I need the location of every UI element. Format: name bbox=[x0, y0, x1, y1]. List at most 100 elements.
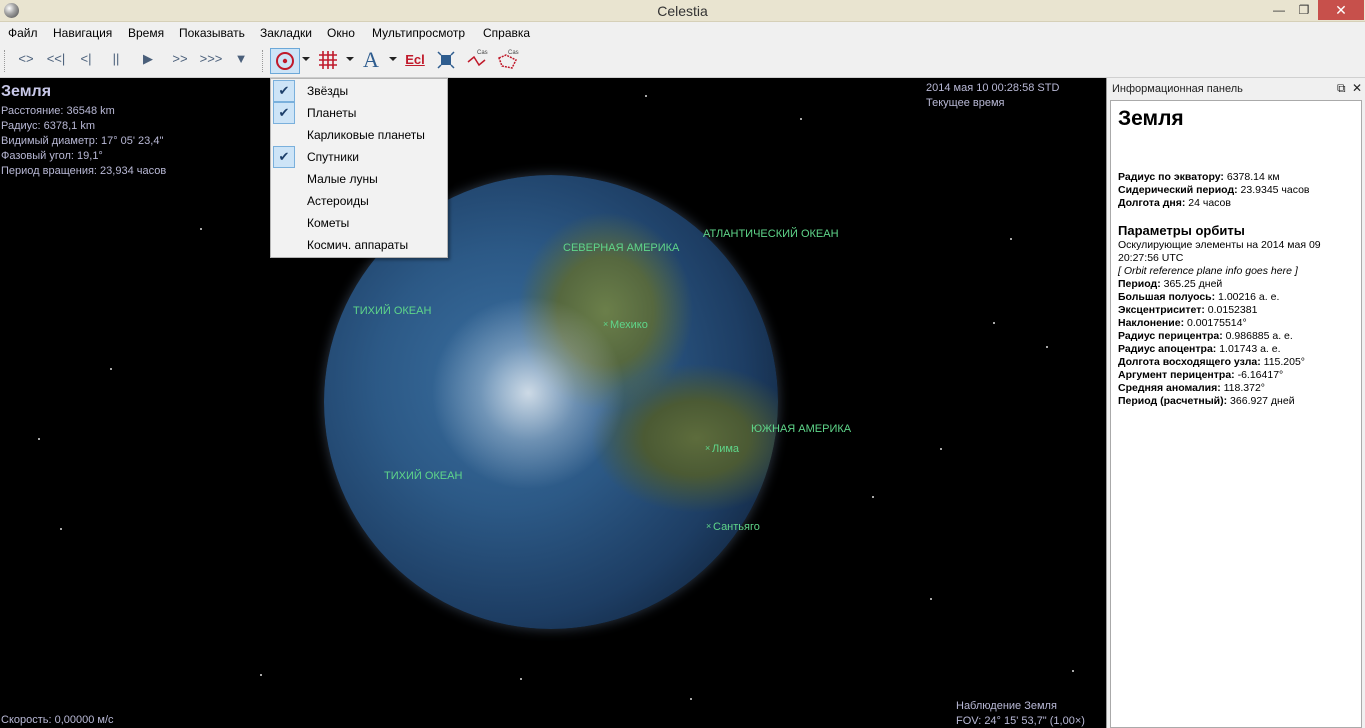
cas-label-1: Cas bbox=[477, 50, 488, 56]
slower-fast-button[interactable]: <<| bbox=[44, 51, 68, 71]
grid-icon bbox=[319, 51, 337, 69]
time-mode-readout: Текущее время bbox=[926, 97, 1005, 109]
info-panel-content[interactable]: Земля Радиус по экватору: 6378.14 км Сид… bbox=[1110, 100, 1362, 728]
play-button[interactable]: ▶ bbox=[138, 51, 158, 71]
label-pacific-ocean-south[interactable]: ТИХИЙ ОКЕАН bbox=[384, 470, 462, 482]
labels-dropdown-arrow[interactable] bbox=[389, 57, 397, 61]
slower-button[interactable]: <| bbox=[76, 51, 96, 71]
faster-button[interactable]: >> bbox=[168, 51, 192, 71]
star bbox=[520, 678, 522, 680]
menu-help[interactable]: Справка bbox=[483, 26, 530, 40]
constellation-boundary-icon: Cas bbox=[498, 50, 519, 69]
faster-fast-button[interactable]: >>> bbox=[198, 51, 224, 71]
marker-icon bbox=[437, 51, 455, 69]
star bbox=[940, 448, 942, 450]
star bbox=[872, 496, 874, 498]
checkmark-icon: ✔ bbox=[273, 80, 295, 102]
menu-item-spacecraft[interactable]: Космич. аппараты bbox=[271, 234, 447, 256]
menu-window[interactable]: Окно bbox=[327, 26, 355, 40]
label-south-america[interactable]: ЮЖНАЯ АМЕРИКА bbox=[751, 423, 851, 435]
markers-button[interactable] bbox=[435, 50, 457, 70]
label-north-america[interactable]: СЕВЕРНАЯ АМЕРИКА bbox=[563, 242, 679, 254]
toolbar: <> <<| <| || ▶ >> >>> ▼ A Ecl Cas Cas bbox=[0, 44, 1365, 78]
star bbox=[645, 95, 647, 97]
info-equator-radius: Радиус по экватору: 6378.14 км bbox=[1118, 171, 1280, 183]
label-pacific-ocean-north[interactable]: ТИХИЙ ОКЕАН bbox=[353, 305, 431, 317]
star bbox=[200, 228, 202, 230]
star bbox=[993, 322, 995, 324]
menu-item-planets[interactable]: ✔ Планеты bbox=[271, 102, 447, 124]
info-period: Период: 365.25 дней bbox=[1118, 278, 1223, 290]
star bbox=[800, 118, 802, 120]
star bbox=[690, 698, 692, 700]
info-ascending-node: Долгота восходящего узла: 115.205° bbox=[1118, 356, 1306, 368]
constellation-icon: Cas bbox=[467, 50, 488, 67]
toolbar-grip-2[interactable] bbox=[262, 50, 265, 72]
info-panel: Информационная панель ⧉ ✕ Земля Радиус п… bbox=[1106, 78, 1365, 728]
menu-file[interactable]: Файл bbox=[8, 26, 38, 40]
radius-readout: Радиус: 6378,1 km bbox=[1, 120, 96, 132]
grid-button[interactable] bbox=[316, 49, 340, 69]
constellations-button[interactable]: Cas bbox=[465, 48, 491, 68]
rotation-period-readout: Период вращения: 23,934 часов bbox=[1, 165, 167, 177]
label-atlantic-ocean[interactable]: АТЛАНТИЧЕСКИЙ ОКЕАН bbox=[703, 228, 839, 240]
info-reference-plane: [ Orbit reference plane info goes here ] bbox=[1118, 265, 1298, 277]
reverse-time-button[interactable]: <> bbox=[15, 51, 37, 71]
cas-label-2: Cas bbox=[508, 50, 519, 56]
star bbox=[38, 438, 40, 440]
checkmark-icon: ✔ bbox=[273, 102, 295, 124]
menu-item-moons[interactable]: ✔ Спутники bbox=[271, 146, 447, 168]
info-osculating-line2: 20:27:56 UTC bbox=[1118, 252, 1184, 264]
star bbox=[1072, 670, 1074, 672]
menu-item-asteroids[interactable]: Астероиды bbox=[271, 190, 447, 212]
menu-bookmarks[interactable]: Закладки bbox=[260, 26, 312, 40]
info-apocenter-radius: Радиус апоцентра: 1.01743 а. е. bbox=[1118, 343, 1281, 355]
menu-item-stars[interactable]: ✔ Звёзды bbox=[271, 80, 447, 102]
celestial-view[interactable]: Земля Расстояние: 36548 km Радиус: 6378,… bbox=[0, 78, 1106, 728]
object-filter-dropdown-arrow[interactable] bbox=[302, 57, 310, 61]
menu-render[interactable]: Показывать bbox=[179, 26, 245, 40]
toolbar-grip[interactable] bbox=[4, 50, 7, 72]
star bbox=[260, 674, 262, 676]
checkmark-icon: ✔ bbox=[273, 146, 295, 168]
label-lima[interactable]: Лима bbox=[705, 443, 739, 455]
menu-multiview[interactable]: Мультипросмотр bbox=[372, 26, 465, 40]
star bbox=[1010, 238, 1012, 240]
target-icon bbox=[276, 52, 294, 70]
menu-item-comets[interactable]: Кометы bbox=[271, 212, 447, 234]
label-santiago[interactable]: Сантьяго bbox=[706, 521, 760, 533]
constellation-boundaries-button[interactable]: Cas bbox=[496, 48, 522, 69]
distance-readout: Расстояние: 36548 km bbox=[1, 105, 115, 117]
filter-icon[interactable]: ▼ bbox=[232, 51, 250, 71]
restore-panel-icon[interactable]: ⧉ bbox=[1337, 81, 1346, 96]
info-arg-pericenter: Аргумент перицентра: -6.16417° bbox=[1118, 369, 1284, 381]
label-mexico-city[interactable]: Мехико bbox=[603, 319, 648, 331]
menu-time[interactable]: Время bbox=[128, 26, 164, 40]
ecliptic-button[interactable]: Ecl bbox=[403, 52, 427, 72]
maximize-button[interactable]: ❐ bbox=[1291, 0, 1317, 20]
close-button[interactable]: ✕ bbox=[1318, 0, 1364, 20]
minimize-button[interactable]: — bbox=[1266, 0, 1292, 20]
info-eccentricity: Эксцентриситет: 0.0152381 bbox=[1118, 304, 1258, 316]
menu-navigation[interactable]: Навигация bbox=[53, 26, 112, 40]
menu-bar: Файл Навигация Время Показывать Закладки… bbox=[0, 22, 1365, 44]
info-panel-title: Информационная панель bbox=[1112, 83, 1243, 95]
info-calculated-period: Период (расчетный): 366.927 дней bbox=[1118, 395, 1295, 407]
menu-item-minor-moons[interactable]: Малые луны bbox=[271, 168, 447, 190]
pause-button[interactable]: || bbox=[106, 51, 126, 71]
labels-icon[interactable]: A bbox=[360, 47, 382, 72]
close-panel-icon[interactable]: ✕ bbox=[1352, 81, 1362, 95]
window-title: Celestia bbox=[657, 3, 708, 19]
info-sidereal-period: Сидерический период: 23.9345 часов bbox=[1118, 184, 1310, 196]
star bbox=[110, 368, 112, 370]
fov-readout: FOV: 24° 15' 53,7" (1,00×) bbox=[956, 715, 1085, 727]
menu-item-dwarf-planets[interactable]: Карликовые планеты bbox=[271, 124, 447, 146]
grid-dropdown-arrow[interactable] bbox=[346, 57, 354, 61]
speed-readout: Скорость: 0,00000 м/с bbox=[1, 714, 114, 726]
star bbox=[1046, 346, 1048, 348]
star bbox=[60, 528, 62, 530]
datetime-readout: 2014 мая 10 00:28:58 STD bbox=[926, 82, 1060, 94]
object-filter-button[interactable] bbox=[270, 48, 300, 74]
star bbox=[930, 598, 932, 600]
info-inclination: Наклонение: 0.00175514° bbox=[1118, 317, 1247, 329]
